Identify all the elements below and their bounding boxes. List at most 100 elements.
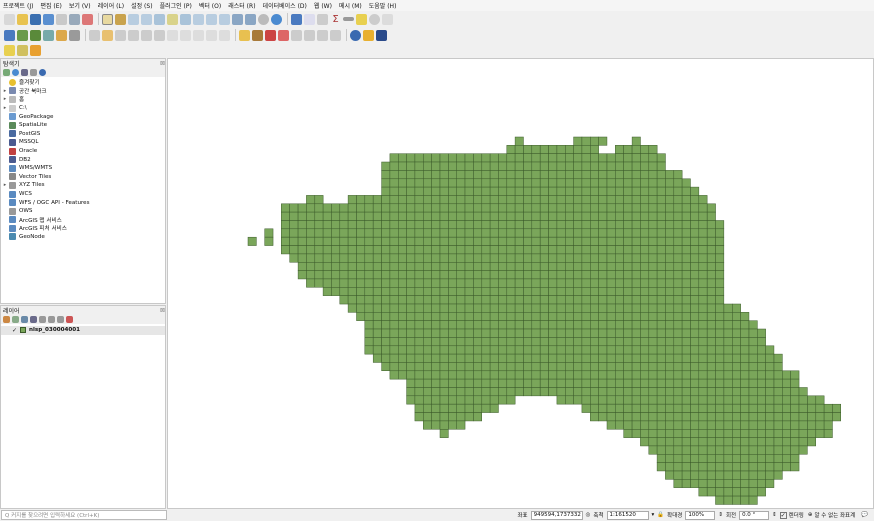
add-group-icon[interactable] bbox=[12, 315, 19, 323]
rotate-label-icon[interactable] bbox=[304, 29, 315, 41]
menu-item[interactable]: 도움말 (H) bbox=[369, 1, 397, 10]
save-edits-icon[interactable] bbox=[115, 29, 126, 41]
measure-icon[interactable] bbox=[343, 17, 354, 21]
zoom-to-layer-icon[interactable] bbox=[180, 13, 191, 25]
statistics-icon[interactable]: Σ bbox=[330, 14, 341, 25]
magnifier-stepper-icon[interactable]: ⇕ bbox=[718, 512, 723, 518]
select-by-value-icon[interactable] bbox=[17, 44, 28, 56]
menu-item[interactable]: 메시 (M) bbox=[339, 1, 362, 10]
new-3d-view-icon[interactable] bbox=[245, 13, 256, 25]
collapse-all-icon[interactable] bbox=[30, 68, 37, 76]
identify-icon[interactable] bbox=[291, 13, 302, 25]
panel-float-close-icon[interactable]: ⊠ bbox=[160, 60, 165, 67]
map-tips-icon[interactable] bbox=[369, 13, 380, 25]
filter-expression-icon[interactable] bbox=[39, 315, 46, 323]
locator-search-input[interactable]: Q 커지를 찾으려면 입력하세요 (Ctrl+K) bbox=[1, 510, 167, 520]
show-hide-labels-icon[interactable] bbox=[278, 29, 289, 41]
magnifier-field[interactable]: 100% bbox=[685, 510, 716, 520]
browser-item[interactable]: ArcGIS 맵 서비스 bbox=[1, 216, 165, 225]
pin-labels-icon[interactable] bbox=[252, 29, 263, 41]
pan-icon[interactable] bbox=[102, 13, 113, 25]
current-edits-icon[interactable] bbox=[89, 29, 100, 41]
save-project-icon[interactable] bbox=[30, 13, 41, 25]
panel-float-close-icon[interactable]: ⊠ bbox=[160, 307, 165, 314]
collapse-all-icon[interactable] bbox=[57, 315, 64, 323]
crs-icon[interactable]: ⊕ bbox=[808, 512, 813, 518]
scale-dropdown-icon[interactable]: ▾ bbox=[652, 512, 655, 518]
paste-features-icon[interactable] bbox=[193, 29, 204, 41]
map-canvas[interactable] bbox=[167, 58, 874, 509]
zoom-out-icon[interactable] bbox=[141, 13, 152, 25]
filter-legend-icon[interactable] bbox=[30, 315, 37, 323]
browser-item[interactable]: ▸ 공간 북마크 bbox=[1, 87, 165, 96]
expand-arrow-icon[interactable]: ▸ bbox=[1, 96, 9, 102]
label-toolbar-icon[interactable] bbox=[239, 29, 250, 41]
open-layer-styling-icon[interactable] bbox=[3, 315, 10, 323]
text-annotation-icon[interactable] bbox=[382, 13, 393, 25]
data-source-manager-icon[interactable] bbox=[4, 29, 15, 41]
deselect-icon[interactable] bbox=[30, 44, 41, 56]
move-label-icon[interactable] bbox=[291, 29, 302, 41]
rotation-stepper-icon[interactable]: ⇕ bbox=[772, 512, 777, 518]
zoom-in-icon[interactable] bbox=[128, 13, 139, 25]
zoom-last-icon[interactable] bbox=[206, 13, 217, 25]
refresh-icon[interactable] bbox=[271, 13, 282, 25]
browser-item[interactable]: Oracle bbox=[1, 147, 165, 156]
highlight-labels-icon[interactable] bbox=[265, 29, 276, 41]
browser-item[interactable]: ▸ 홈 bbox=[1, 95, 165, 104]
toggle-editing-icon[interactable] bbox=[102, 29, 113, 41]
browser-item[interactable]: OWS bbox=[1, 207, 165, 216]
add-feature-icon[interactable] bbox=[128, 29, 139, 41]
redo-icon[interactable] bbox=[219, 29, 230, 41]
new-print-layout-icon[interactable] bbox=[56, 13, 67, 25]
rotation-field[interactable]: 0.0 ° bbox=[739, 510, 770, 520]
temporal-controller-icon[interactable] bbox=[258, 13, 269, 25]
menu-item[interactable]: 플러그인 (P) bbox=[160, 1, 192, 10]
style-manager-icon[interactable] bbox=[82, 13, 93, 25]
layer-item[interactable]: ✓ nlsp_030004001 bbox=[1, 326, 165, 335]
browser-item[interactable]: GeoPackage bbox=[1, 112, 165, 121]
python-console-icon[interactable] bbox=[350, 29, 361, 41]
zoom-native-icon[interactable] bbox=[193, 13, 204, 25]
copy-features-icon[interactable] bbox=[180, 29, 191, 41]
filter-icon[interactable] bbox=[21, 68, 28, 76]
undo-icon[interactable] bbox=[206, 29, 217, 41]
coordinate-field[interactable]: 949594,1737332 bbox=[530, 510, 583, 520]
browser-item[interactable]: Vector Tiles bbox=[1, 173, 165, 182]
zoom-full-icon[interactable] bbox=[154, 13, 165, 25]
open-project-icon[interactable] bbox=[17, 13, 28, 25]
browser-item[interactable]: 즐겨찾기 bbox=[1, 78, 165, 87]
label-properties-icon[interactable] bbox=[330, 29, 341, 41]
add-delimited-text-icon[interactable] bbox=[43, 29, 54, 41]
render-checkbox[interactable]: ✓ bbox=[779, 511, 787, 519]
layout-manager-icon[interactable] bbox=[69, 13, 80, 25]
refresh-icon[interactable] bbox=[12, 68, 19, 76]
attribute-table-icon[interactable] bbox=[304, 13, 315, 25]
change-label-icon[interactable] bbox=[317, 29, 328, 41]
digitize-icon[interactable] bbox=[56, 29, 67, 41]
expand-all-icon[interactable] bbox=[48, 315, 55, 323]
plugin-icon[interactable] bbox=[363, 29, 374, 41]
add-raster-layer-icon[interactable] bbox=[30, 29, 41, 41]
pan-to-selection-icon[interactable] bbox=[115, 13, 126, 25]
menu-item[interactable]: 프로젝트 (J) bbox=[3, 1, 33, 10]
info-icon[interactable] bbox=[39, 68, 46, 76]
messages-icon[interactable]: 💬 bbox=[861, 512, 868, 518]
browser-item[interactable]: WMS/WMTS bbox=[1, 164, 165, 173]
layer-visibility-checkbox[interactable]: ✓ bbox=[11, 327, 18, 334]
add-vector-layer-icon[interactable] bbox=[17, 29, 28, 41]
menu-item[interactable]: 설정 (S) bbox=[131, 1, 152, 10]
cut-features-icon[interactable] bbox=[167, 29, 178, 41]
browser-item[interactable]: PostGIS bbox=[1, 130, 165, 139]
lock-scale-icon[interactable]: 🔒 bbox=[657, 512, 664, 518]
menu-item[interactable]: 래스터 (R) bbox=[228, 1, 255, 10]
vertex-tool-icon[interactable] bbox=[141, 29, 152, 41]
zoom-next-icon[interactable] bbox=[219, 13, 230, 25]
save-as-icon[interactable] bbox=[43, 13, 54, 25]
new-project-icon[interactable] bbox=[4, 13, 15, 25]
browser-item[interactable]: GeoNode bbox=[1, 233, 165, 242]
crs-label[interactable]: 알 수 없는 좌표계 bbox=[814, 511, 855, 519]
menu-item[interactable]: 데이터베이스 (D) bbox=[263, 1, 307, 10]
expand-arrow-icon[interactable]: ▸ bbox=[1, 182, 9, 188]
annotation-icon[interactable] bbox=[356, 13, 367, 25]
